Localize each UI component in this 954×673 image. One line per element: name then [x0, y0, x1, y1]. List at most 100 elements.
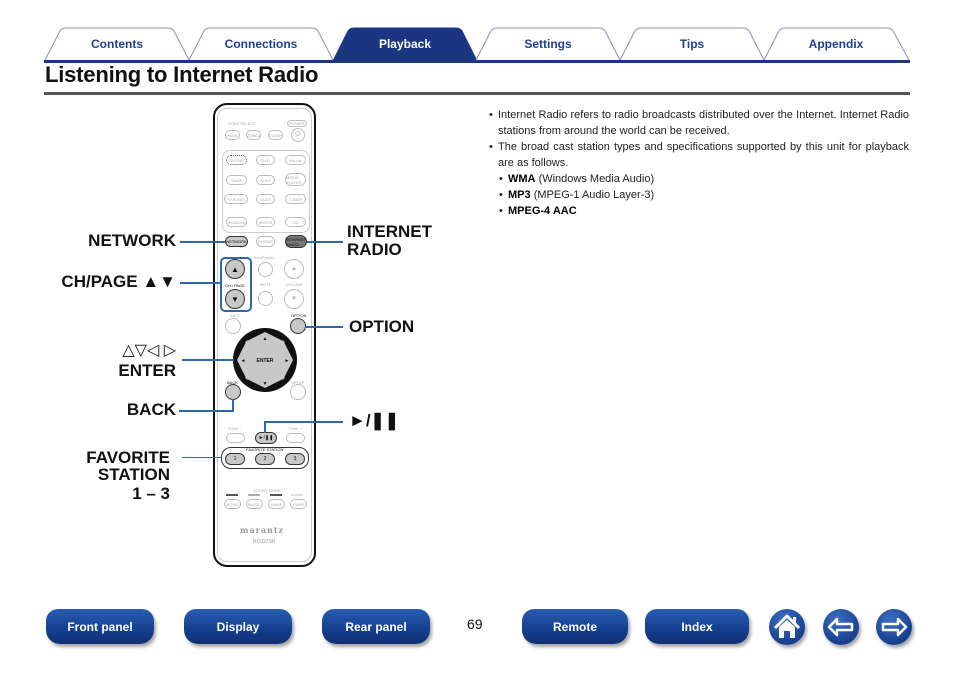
back-button[interactable]	[225, 384, 241, 400]
back-page-button[interactable]	[823, 609, 859, 645]
title-divider	[44, 92, 910, 95]
description: • Internet Radio refers to radio broadcas…	[489, 107, 909, 219]
callout-line	[265, 421, 343, 423]
callout-favorite-2: STATION	[97, 465, 170, 484]
callout-favorite-3: 1 – 3	[132, 484, 170, 503]
ch-page-label: CH / PAGE	[225, 283, 245, 288]
callout-line	[180, 282, 221, 284]
sound-mode-pure: PURE	[290, 499, 307, 509]
sound-mode-bar	[248, 494, 260, 496]
tab-label: Connections	[224, 37, 298, 51]
volume-label: VOLUME	[286, 282, 303, 287]
callout-internet-radio-1: INTERNET	[347, 222, 432, 241]
tab-settings[interactable]: Settings	[475, 27, 621, 61]
tune-plus-button	[286, 433, 305, 443]
cursor-pad[interactable]: ENTER ▲ ▼ ◄ ►	[232, 327, 298, 393]
favorite-2-button[interactable]: 2	[255, 453, 275, 465]
volume-up-icon: ▲	[284, 259, 304, 279]
zone-select-label: ZONE SELECT	[228, 121, 256, 126]
remote-btn-media-player: MEDIA PLAYER	[285, 173, 306, 186]
tab-label: Tips	[679, 37, 705, 51]
remote-btn-network[interactable]: NETWORK	[225, 236, 248, 247]
volume-down-icon: ▼	[284, 289, 304, 309]
callout-ch-page: CH/PAGE ▲▼	[61, 272, 176, 291]
remote-power-label: POWER	[287, 120, 307, 127]
callout-line	[180, 241, 225, 243]
page-number: 69	[467, 616, 483, 632]
play-pause-button[interactable]: ►/❚❚	[255, 432, 277, 444]
bullet-icon: •	[489, 141, 493, 153]
tab-label: Playback	[378, 37, 432, 51]
remote-button[interactable]: Remote	[522, 609, 628, 644]
tab-label: Appendix	[808, 37, 864, 51]
power-icon: ⏻	[291, 128, 305, 142]
callout-back: BACK	[126, 400, 176, 419]
mute-label: MUTE	[260, 282, 272, 287]
callout-line	[306, 326, 343, 328]
format-name: MPEG-4 AAC	[508, 205, 577, 217]
callout-line	[232, 399, 234, 412]
sound-mode-movie: MOVIE	[224, 499, 241, 509]
remote-btn-aux2: AUX2	[256, 194, 275, 204]
sound-mode-bar	[291, 494, 303, 496]
remote-btn-sleep: SLEEP	[268, 130, 283, 140]
tab-tips[interactable]: Tips	[619, 27, 765, 61]
callout-play-pause: ►/❚❚	[349, 411, 400, 430]
tab-bar: Contents Connections Playback Settings T…	[44, 27, 910, 63]
ch-page-up-button[interactable]: ▲	[225, 259, 245, 279]
format-item: • MPEG-4 AAC	[489, 203, 909, 219]
info-preset-icon	[258, 262, 273, 277]
forward-page-button[interactable]	[876, 609, 912, 645]
tab-playback[interactable]: Playback	[332, 27, 478, 61]
bullet-icon: •	[499, 173, 503, 185]
remote-btn-aux1: AUX1	[256, 175, 275, 185]
sound-mode-music: MUSIC	[246, 499, 263, 509]
sound-mode-bar	[270, 494, 282, 496]
favorite-1-button[interactable]: 1	[225, 453, 245, 465]
callout-arrows: △▽◁ ▷	[122, 342, 176, 359]
remote-btn-cbl-sat: CBL/SAT	[226, 155, 247, 165]
remote-btn-cd: CD	[285, 217, 306, 227]
bullet-item: • Internet Radio refers to radio broadcas…	[489, 107, 909, 139]
remote-btn-phono: PHONO	[256, 236, 275, 247]
callout-line	[264, 421, 266, 433]
remote-btn-game: GAME	[226, 175, 247, 185]
callout-option: OPTION	[349, 317, 415, 336]
format-name: WMA	[508, 173, 536, 185]
index-button[interactable]: Index	[645, 609, 749, 644]
favorite-3-button[interactable]: 3	[285, 453, 305, 465]
rear-panel-button[interactable]: Rear panel	[322, 609, 430, 644]
forward-arrow-icon	[881, 617, 908, 637]
remote-btn-tuner: TUNER	[285, 194, 306, 204]
callout-enter: ENTER	[118, 361, 176, 380]
svg-text:►: ►	[285, 358, 290, 364]
format-item: • WMA (Windows Media Audio)	[489, 171, 909, 187]
front-panel-button[interactable]: Front panel	[46, 609, 154, 644]
tab-appendix[interactable]: Appendix	[763, 27, 910, 61]
format-name: MP3	[508, 189, 531, 201]
format-detail: (Windows Media Audio)	[538, 173, 655, 185]
svg-text:ENTER: ENTER	[257, 358, 274, 364]
ch-page-down-button[interactable]: ▼	[225, 289, 245, 309]
svg-text:◄: ◄	[241, 358, 246, 364]
home-icon	[773, 614, 801, 638]
remote-btn-zone2: ZONE2	[246, 130, 261, 140]
remote-btn-main: MAIN	[225, 130, 240, 140]
format-item: • MP3 (MPEG-1 Audio Layer-3)	[489, 187, 909, 203]
sound-mode-label: SOUND MODE	[253, 488, 281, 493]
tune-plus-label: TUNE +	[288, 426, 303, 431]
mute-icon	[258, 291, 273, 306]
display-button[interactable]: Display	[184, 609, 292, 644]
tab-contents[interactable]: Contents	[44, 27, 190, 61]
remote-btn-internet-radio[interactable]: INTERNET RADIO	[285, 235, 307, 248]
callout-line	[179, 410, 234, 412]
tune-minus-label: TUNE –	[228, 426, 243, 431]
page-title: Listening to Internet Radio	[45, 62, 319, 87]
bullet-icon: •	[489, 109, 493, 121]
home-button[interactable]	[769, 609, 805, 645]
tab-label: Settings	[524, 37, 572, 51]
tab-connections[interactable]: Connections	[188, 27, 334, 61]
remote-btn-tv-audio: TV AUDIO	[224, 194, 248, 204]
remote-btn-bluray: Blu-ray	[285, 155, 306, 165]
bullet-icon: •	[499, 205, 503, 217]
